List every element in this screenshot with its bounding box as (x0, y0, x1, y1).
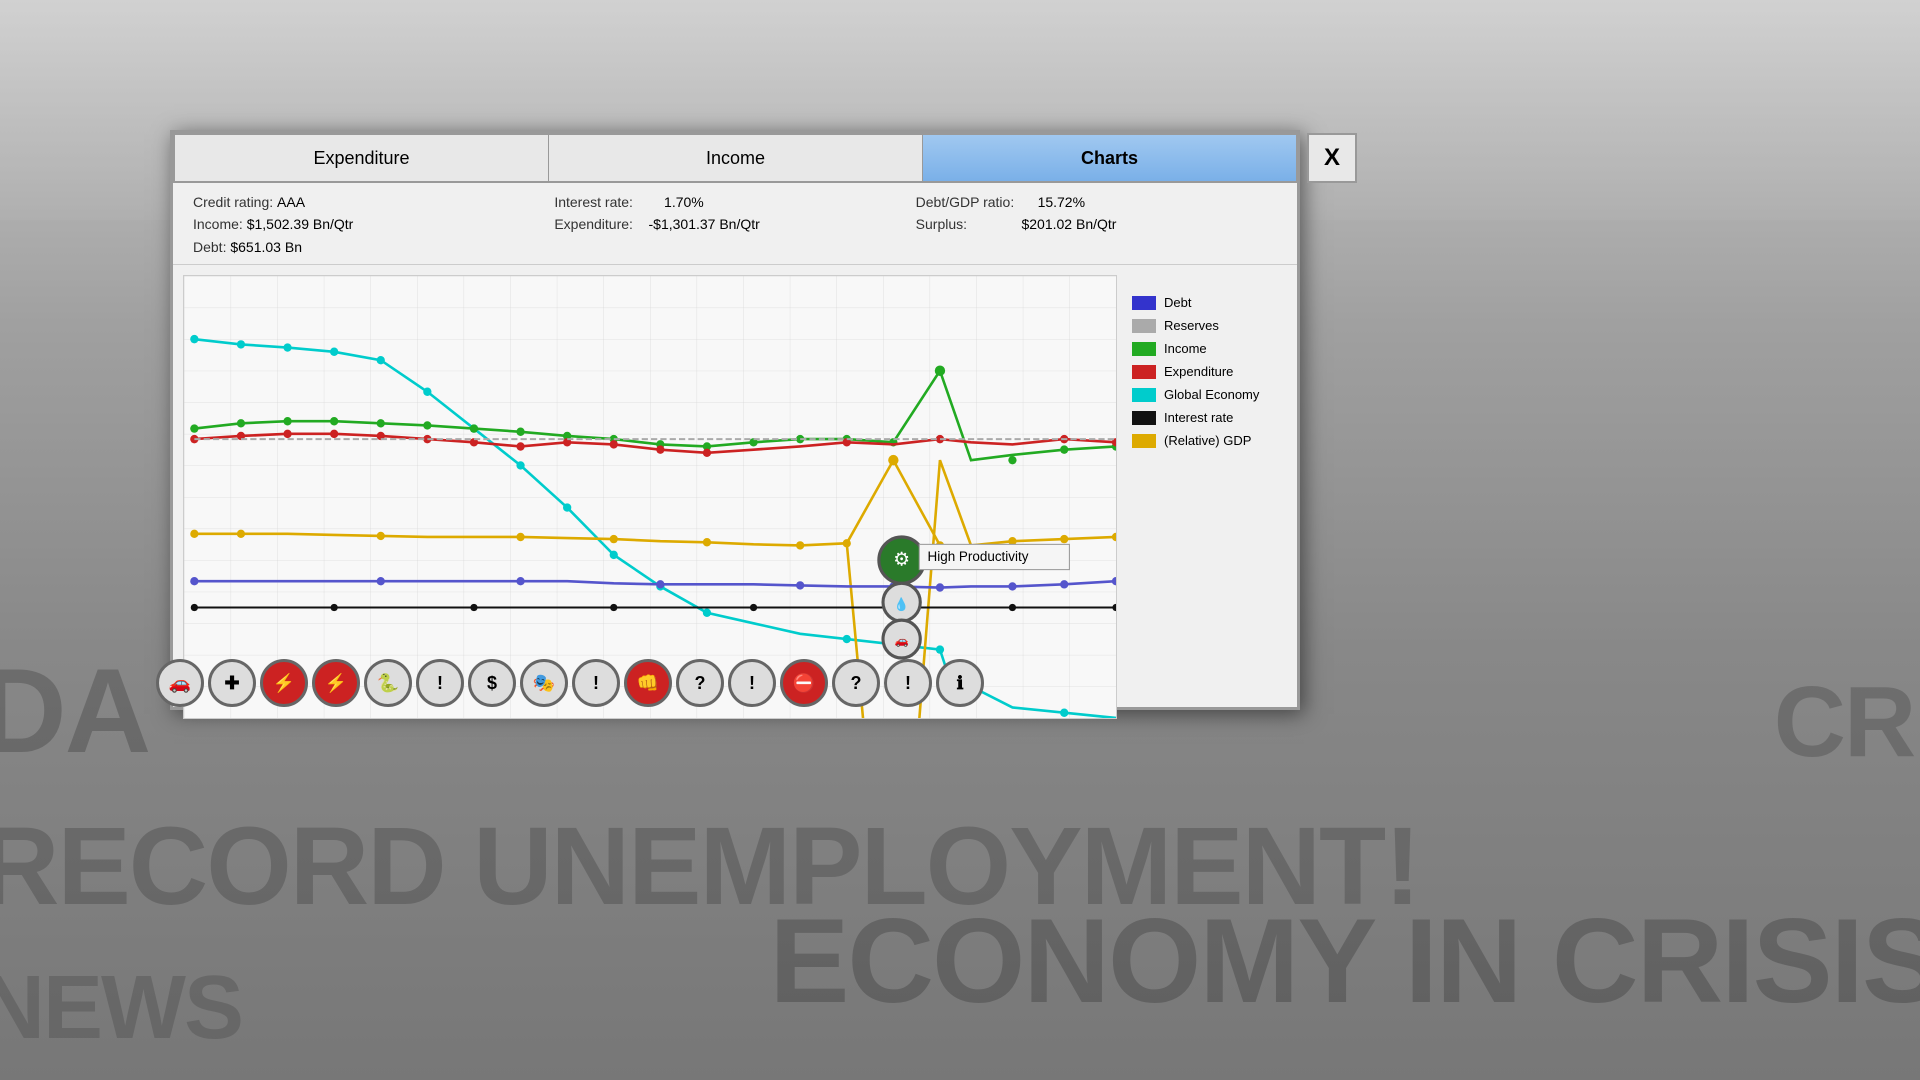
debt-value: $651.03 Bn (230, 239, 302, 255)
legend-label-relative-gdp: (Relative) GDP (1164, 433, 1251, 448)
legend-expenditure: Expenditure (1132, 364, 1282, 379)
event-icon-0[interactable]: 🚗 (156, 659, 204, 707)
event-icon-1[interactable]: ✚ (208, 659, 256, 707)
surplus-value: $201.02 Bn/Qtr (1021, 216, 1116, 232)
legend-label-debt: Debt (1164, 295, 1191, 310)
credit-rating-row: Credit rating: AAA (193, 191, 554, 213)
legend-color-interest-rate (1132, 411, 1156, 425)
legend-color-debt (1132, 296, 1156, 310)
chart-area: ⚙ 💧 🚗 High Productivity 🚗 ✚ ⚡ ⚡ 🐍 ! $ (183, 275, 1117, 719)
legend-label-global-economy: Global Economy (1164, 387, 1259, 402)
debt-gdp-row: Debt/GDP ratio: 15.72% (916, 191, 1277, 213)
expenditure-value: -$1,301.37 Bn/Qtr (649, 216, 760, 232)
event-icon-8[interactable]: ! (572, 659, 620, 707)
newspaper-text-5: ECONOMY IN CRISIS (769, 892, 1920, 1030)
legend-color-relative-gdp (1132, 434, 1156, 448)
svg-text:🚗: 🚗 (895, 635, 909, 647)
credit-rating-value: AAA (277, 194, 305, 210)
event-icon-4[interactable]: 🐍 (364, 659, 412, 707)
legend-label-interest-rate: Interest rate (1164, 410, 1233, 425)
event-icon-12[interactable]: ⛔ (780, 659, 828, 707)
event-icon-6[interactable]: $ (468, 659, 516, 707)
debt-row: Debt: $651.03 Bn (193, 236, 554, 258)
event-icon-9[interactable]: 👊 (624, 659, 672, 707)
event-icon-2[interactable]: ⚡ (260, 659, 308, 707)
tab-bar: Expenditure Income Charts (173, 133, 1297, 183)
debt-gdp-value: 15.72% (1038, 194, 1085, 210)
event-icon-7[interactable]: 🎭 (520, 659, 568, 707)
newspaper-text-3: NEWS (0, 957, 242, 1060)
debt-gdp-label: Debt/GDP ratio: (916, 194, 1015, 210)
interest-rate-row: Interest rate: 1.70% (554, 191, 915, 213)
tab-income[interactable]: Income (549, 133, 923, 181)
surplus-row: Surplus: $201.02 Bn/Qtr (916, 213, 1277, 235)
close-button[interactable]: X (1307, 133, 1357, 183)
stat-group-middle: Interest rate: 1.70% Expenditure: -$1,30… (554, 191, 915, 258)
stats-bar: Credit rating: AAA Income: $1,502.39 Bn/… (173, 183, 1297, 265)
legend-interest-rate: Interest rate (1132, 410, 1282, 425)
interest-rate-value: 1.70% (664, 194, 704, 210)
chart-legend: Debt Reserves Income Expenditure Global … (1127, 275, 1287, 719)
legend-label-expenditure: Expenditure (1164, 364, 1233, 379)
chart-container: ⚙ 💧 🚗 High Productivity 🚗 ✚ ⚡ ⚡ 🐍 ! $ (173, 265, 1297, 729)
svg-text:⚙: ⚙ (893, 548, 910, 569)
event-icon-3[interactable]: ⚡ (312, 659, 360, 707)
tab-expenditure[interactable]: Expenditure (173, 133, 549, 181)
legend-income: Income (1132, 341, 1282, 356)
legend-reserves: Reserves (1132, 318, 1282, 333)
expenditure-row: Expenditure: -$1,301.37 Bn/Qtr (554, 213, 915, 235)
credit-rating-label: Credit rating: (193, 194, 273, 210)
legend-color-reserves (1132, 319, 1156, 333)
surplus-label: Surplus: (916, 216, 967, 232)
stat-group-left: Credit rating: AAA Income: $1,502.39 Bn/… (193, 191, 554, 258)
legend-label-reserves: Reserves (1164, 318, 1219, 333)
event-icon-14[interactable]: ! (884, 659, 932, 707)
tooltip-text: High Productivity (928, 549, 1029, 564)
main-dialog: Expenditure Income Charts X Credit ratin… (170, 130, 1300, 710)
event-icons-bar: 🚗 ✚ ⚡ ⚡ 🐍 ! $ 🎭 ! 👊 ? ! ⛔ ? ! ℹ (184, 648, 956, 718)
income-value: $1,502.39 Bn/Qtr (247, 216, 354, 232)
expenditure-label: Expenditure: (554, 216, 633, 232)
debt-label: Debt: (193, 239, 226, 255)
legend-color-expenditure (1132, 365, 1156, 379)
event-icon-5[interactable]: ! (416, 659, 464, 707)
income-row: Income: $1,502.39 Bn/Qtr (193, 213, 554, 235)
legend-global-economy: Global Economy (1132, 387, 1282, 402)
legend-label-income: Income (1164, 341, 1207, 356)
newspaper-text-1: DA (0, 642, 149, 780)
legend-color-global-economy (1132, 388, 1156, 402)
newspaper-text-4: CRI (1774, 665, 1920, 780)
event-icon-15[interactable]: ℹ (936, 659, 984, 707)
stat-group-right: Debt/GDP ratio: 15.72% Surplus: $201.02 … (916, 191, 1277, 258)
legend-debt: Debt (1132, 295, 1282, 310)
legend-relative-gdp: (Relative) GDP (1132, 433, 1282, 448)
interest-rate-label: Interest rate: (554, 194, 633, 210)
income-label: Income: (193, 216, 243, 232)
legend-color-income (1132, 342, 1156, 356)
tab-charts[interactable]: Charts (923, 133, 1297, 181)
event-icon-11[interactable]: ! (728, 659, 776, 707)
svg-text:💧: 💧 (894, 597, 909, 612)
event-icon-10[interactable]: ? (676, 659, 724, 707)
event-icon-13[interactable]: ? (832, 659, 880, 707)
